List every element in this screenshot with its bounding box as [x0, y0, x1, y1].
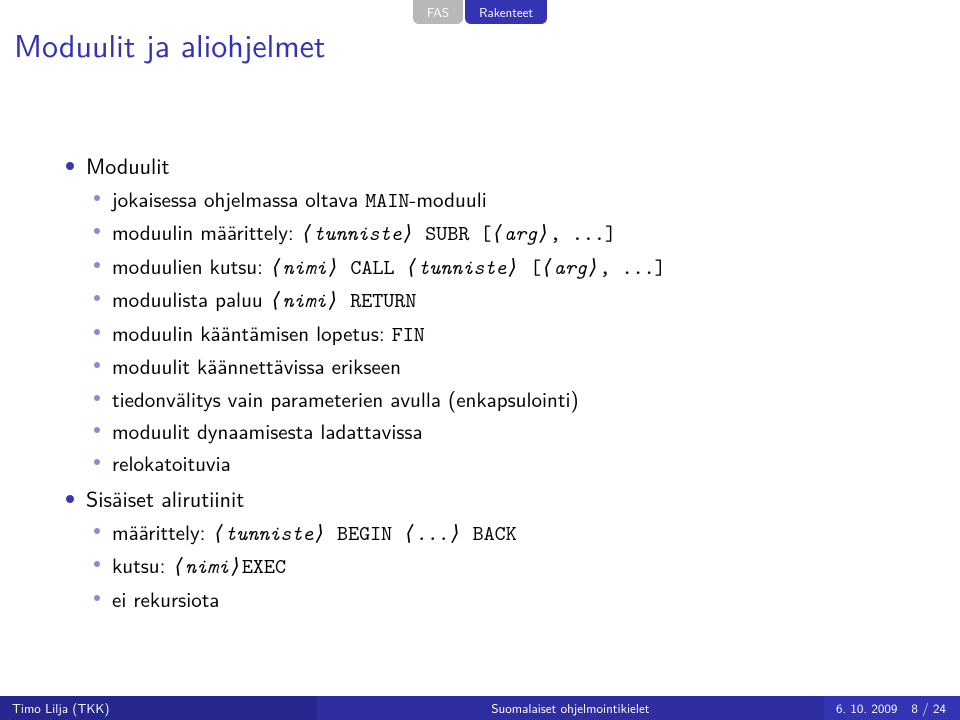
- footer-title: Suomalaiset ohjelmointikielet: [317, 696, 824, 720]
- slide-body: Moduulitjokaisessa ohjelmassa oltava MAI…: [60, 150, 920, 618]
- list-subitem: moduulit käännettävissa erikseen: [86, 351, 920, 381]
- angle-var: arg: [491, 219, 549, 247]
- code-text: , ...: [600, 253, 655, 281]
- angle-var: tunniste: [301, 219, 415, 247]
- list-subitem: moduulin määrittely: tunniste SUBR [arg,…: [86, 217, 920, 248]
- list-subitem: määrittely: tunniste BEGIN ... BACK: [86, 517, 920, 548]
- angle-var: nimi: [270, 286, 339, 314]
- angle-var: nimi: [270, 253, 339, 281]
- body-text: -moduuli: [409, 184, 486, 214]
- code-text: RETURN: [339, 286, 416, 314]
- angle-var: tunniste: [213, 519, 327, 547]
- body-text: moduulit käännettävissa erikseen: [112, 351, 401, 381]
- list-subitem: jokaisessa ohjelmassa oltava MAIN-moduul…: [86, 184, 920, 215]
- code-text: [: [519, 253, 541, 281]
- angle-var: arg: [541, 253, 599, 281]
- tab-fas: FAS: [413, 0, 463, 24]
- body-text: tiedonvälitys vain parameterien avulla (…: [112, 384, 579, 414]
- angle-var: tunniste: [406, 253, 520, 281]
- body-text: moduulin määrittely:: [112, 217, 301, 247]
- body-text: moduulien kutsu:: [112, 251, 270, 281]
- body-text: moduulista paluu: [112, 284, 270, 314]
- body-text: relokatoituvia: [112, 448, 231, 478]
- body-text: kutsu:: [112, 550, 172, 580]
- list-subitem: moduulista paluu nimi RETURN: [86, 284, 920, 315]
- code-text: MAIN: [365, 186, 409, 214]
- code-text: FIN: [392, 320, 425, 348]
- list-item-label: Sisäiset alirutiinit: [86, 482, 244, 514]
- angle-var: nimi: [172, 552, 241, 580]
- code-text: SUBR [: [414, 219, 491, 247]
- page-title: Moduulit ja aliohjelmet: [14, 20, 325, 67]
- list-item-label: Moduulit: [86, 149, 169, 181]
- list-item: Sisäiset alirutiinitmäärittely: tunniste…: [60, 483, 920, 614]
- body-text: ei rekursiota: [112, 584, 219, 614]
- list-subitem: ei rekursiota: [86, 584, 920, 614]
- code-text: BACK: [462, 519, 517, 547]
- body-text: jokaisessa ohjelmassa oltava: [112, 184, 365, 214]
- list-item: Moduulitjokaisessa ohjelmassa oltava MAI…: [60, 150, 920, 479]
- body-text: moduulin kääntämisen lopetus:: [112, 318, 392, 348]
- code-text: BEGIN: [326, 519, 403, 547]
- body-text: moduulit dynaamisesta ladattavissa: [112, 416, 423, 446]
- footer-author: Timo Lilja (TKK): [0, 696, 317, 720]
- code-text: ]: [605, 219, 616, 247]
- footer: Timo Lilja (TKK) Suomalaiset ohjelmointi…: [0, 696, 960, 720]
- list-subitem: relokatoituvia: [86, 448, 920, 478]
- code-text: , ...: [550, 219, 605, 247]
- code-text: CALL: [339, 253, 405, 281]
- list-subitem: kutsu: nimiEXEC: [86, 550, 920, 581]
- footer-date: 6. 10. 2009: [824, 696, 905, 720]
- list-subitem: moduulin kääntämisen lopetus: FIN: [86, 318, 920, 349]
- list-subitem: moduulit dynaamisesta ladattavissa: [86, 416, 920, 446]
- angle-var: ...: [403, 519, 461, 547]
- list-subitem: moduulien kutsu: nimi CALL tunniste [arg…: [86, 251, 920, 282]
- tab-rakenteet: Rakenteet: [465, 0, 547, 24]
- body-text: määrittely:: [112, 517, 213, 547]
- code-text: EXEC: [242, 552, 286, 580]
- code-text: ]: [655, 253, 666, 281]
- footer-page: 8 / 24: [905, 696, 960, 720]
- list-subitem: tiedonvälitys vain parameterien avulla (…: [86, 384, 920, 414]
